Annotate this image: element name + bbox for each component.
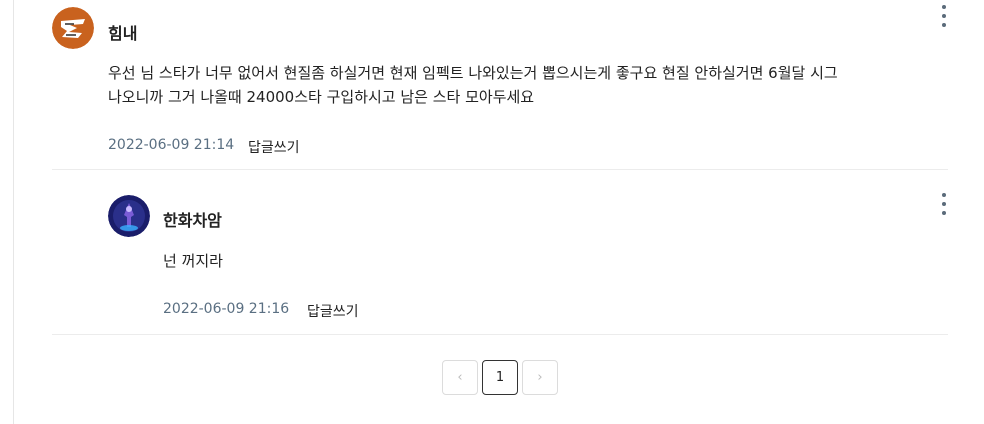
comment-author[interactable]: 힘내: [108, 20, 137, 44]
character-avatar-icon: [108, 195, 150, 237]
comment-timestamp: 2022-06-09 21:16: [163, 301, 290, 317]
prev-page-button[interactable]: ‹: [442, 360, 478, 395]
comment-text-line: 우선 님 스타가 너무 없어서 현질좀 하실거면 현재 임펙트 나와있는거 뽑으…: [108, 64, 838, 82]
comment-text: 넌 꺼지라: [163, 252, 223, 270]
avatar[interactable]: [52, 7, 94, 49]
more-options-button[interactable]: [939, 193, 949, 215]
reply-button[interactable]: 답글쓰기: [248, 137, 300, 157]
page-button-1[interactable]: 1: [482, 360, 518, 395]
divider: [52, 169, 948, 170]
more-options-button[interactable]: [939, 5, 949, 27]
left-border: [13, 0, 14, 424]
tiger-logo-icon: [52, 7, 94, 49]
next-page-button[interactable]: ›: [522, 360, 558, 395]
comment-text: 우선 님 스타가 너무 없어서 현질좀 하실거면 현재 임펙트 나와있는거 뽑으…: [108, 61, 948, 109]
comment-text-line: 나오니까 그거 나올때 24000스타 구입하시고 남은 스타 모아두세요: [108, 88, 535, 106]
pagination: ‹ 1 ›: [442, 360, 558, 395]
avatar[interactable]: [108, 195, 150, 237]
reply-button[interactable]: 답글쓰기: [307, 301, 359, 321]
divider: [52, 334, 948, 335]
comment-timestamp: 2022-06-09 21:14: [108, 137, 235, 153]
comment-author[interactable]: 한화차암: [163, 207, 222, 231]
